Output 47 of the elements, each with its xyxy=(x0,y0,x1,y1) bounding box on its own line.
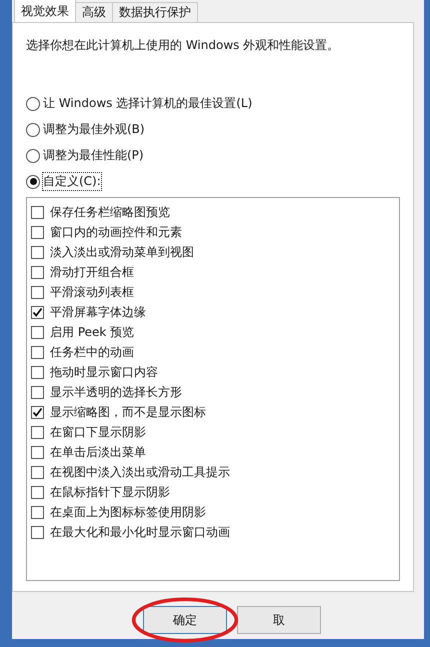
checkbox-label[interactable]: 平滑屏幕字体边缘 xyxy=(50,304,146,320)
checkbox-label[interactable]: 滑动打开组合框 xyxy=(50,264,134,280)
checkbox[interactable] xyxy=(31,326,44,338)
checkbox-label[interactable]: 平滑滚动列表框 xyxy=(50,284,134,300)
checkbox-label[interactable]: 在单击后淡出菜单 xyxy=(50,444,146,460)
tab[interactable]: 视觉效果 xyxy=(14,0,76,22)
checkbox[interactable] xyxy=(31,246,44,258)
radio-button[interactable] xyxy=(26,96,40,110)
checkbox-label[interactable]: 在桌面上为图标标签使用阴影 xyxy=(50,504,206,520)
tab[interactable]: 数据执行保护 xyxy=(112,2,198,22)
checkbox[interactable] xyxy=(31,266,44,278)
description-text: 选择你想在此计算机上使用的 Windows 外观和性能设置。 xyxy=(26,37,340,54)
checkbox-label[interactable]: 在窗口下显示阴影 xyxy=(50,424,146,440)
checkbox[interactable] xyxy=(31,446,44,458)
cancel-button[interactable]: 取 xyxy=(237,606,321,634)
checkbox-label[interactable]: 淡入淡出或滑动菜单到视图 xyxy=(50,244,194,260)
radio-button[interactable] xyxy=(26,148,40,162)
checkbox[interactable] xyxy=(31,486,44,498)
checkbox-label[interactable]: 任务栏中的动画 xyxy=(50,344,134,360)
checkbox[interactable] xyxy=(31,306,44,318)
checkbox-label[interactable]: 启用 Peek 预览 xyxy=(50,324,134,340)
checkbox[interactable] xyxy=(31,506,44,518)
radio-label[interactable]: 自定义(C): xyxy=(43,173,101,190)
checkbox[interactable] xyxy=(31,466,44,478)
checkbox[interactable] xyxy=(31,526,44,538)
checkbox-label[interactable]: 在视图中淡入淡出或滑动工具提示 xyxy=(50,464,230,480)
checkbox-label[interactable]: 保存任务栏缩略图预览 xyxy=(50,204,170,220)
checkbox[interactable] xyxy=(31,346,44,358)
checkbox[interactable] xyxy=(31,286,44,298)
checkbox-label[interactable]: 显示缩略图，而不是显示图标 xyxy=(50,404,206,420)
checkbox-label[interactable]: 在鼠标指针下显示阴影 xyxy=(50,484,170,500)
checkbox[interactable] xyxy=(31,226,44,238)
ok-button[interactable]: 确定 xyxy=(143,606,227,634)
checkbox-label[interactable]: 显示半透明的选择长方形 xyxy=(50,384,182,400)
checkbox[interactable] xyxy=(31,426,44,438)
checkbox[interactable] xyxy=(31,206,44,218)
checkbox-label[interactable]: 拖动时显示窗口内容 xyxy=(50,364,158,380)
radio-button[interactable] xyxy=(26,122,40,136)
radio-label[interactable]: 调整为最佳外观(B) xyxy=(43,121,145,138)
radio-label[interactable]: 调整为最佳性能(P) xyxy=(43,147,144,164)
checkbox[interactable] xyxy=(31,386,44,398)
checkbox[interactable] xyxy=(31,366,44,378)
checkbox-label[interactable]: 窗口内的动画控件和元素 xyxy=(50,224,182,240)
checkbox-label[interactable]: 在最大化和最小化时显示窗口动画 xyxy=(50,524,230,540)
checkbox[interactable] xyxy=(31,406,44,418)
radio-label[interactable]: 让 Windows 选择计算机的最佳设置(L) xyxy=(43,95,252,112)
radio-button[interactable] xyxy=(26,174,40,188)
